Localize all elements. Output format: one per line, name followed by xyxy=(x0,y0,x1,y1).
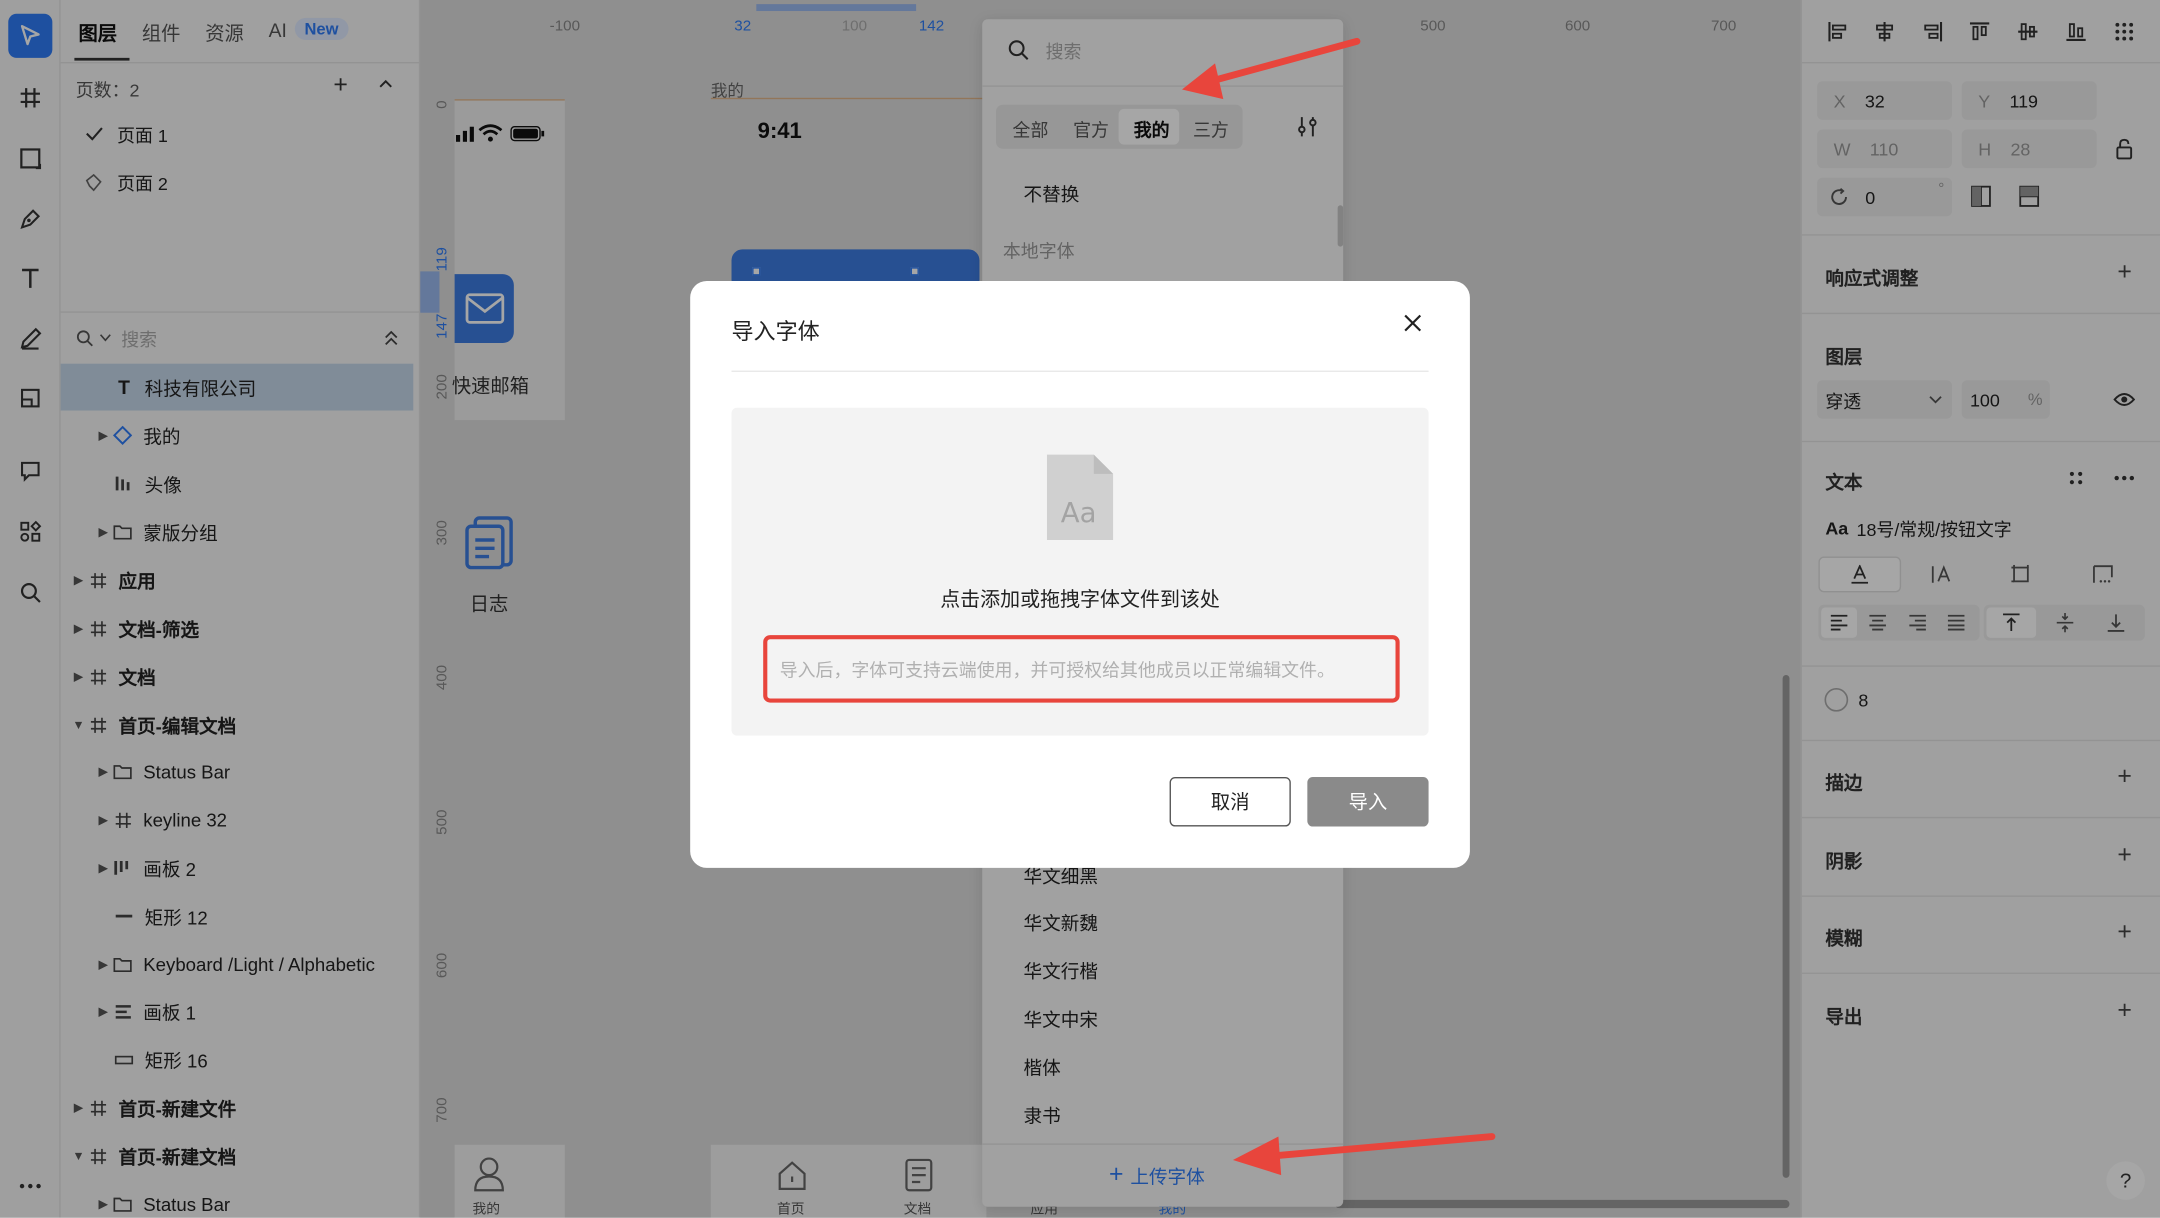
divider xyxy=(731,370,1429,372)
font-drop-zone[interactable]: Aa 点击添加或拖拽字体文件到该处 导入后，字体可支持云端使用，并可授权给其他成… xyxy=(731,407,1429,736)
cancel-button[interactable]: 取消 xyxy=(1169,776,1291,827)
import-notice: 导入后，字体可支持云端使用，并可授权给其他成员以正常编辑文件。 xyxy=(779,659,1335,681)
annotation-arrow-icon xyxy=(1232,1133,1496,1176)
design-app: 图层 组件 资源 AI New 页数：2 + 页面 1 页面 2 搜索 T 科技… xyxy=(0,0,2160,1218)
close-icon[interactable] xyxy=(1404,314,1422,332)
dialog-title: 导入字体 xyxy=(731,320,820,345)
annotation-arrow-icon xyxy=(1181,37,1361,100)
drop-zone-text: 点击添加或拖拽字体文件到该处 xyxy=(940,589,1220,612)
import-font-dialog: 导入字体 Aa 点击添加或拖拽字体文件到该处 导入后，字体可支持云端使用，并可授… xyxy=(690,281,1470,868)
import-button[interactable]: 导入 xyxy=(1307,776,1429,827)
file-glyph: Aa xyxy=(1060,495,1097,529)
notice-highlight: 导入后，字体可支持云端使用，并可授权给其他成员以正常编辑文件。 xyxy=(763,635,1400,703)
